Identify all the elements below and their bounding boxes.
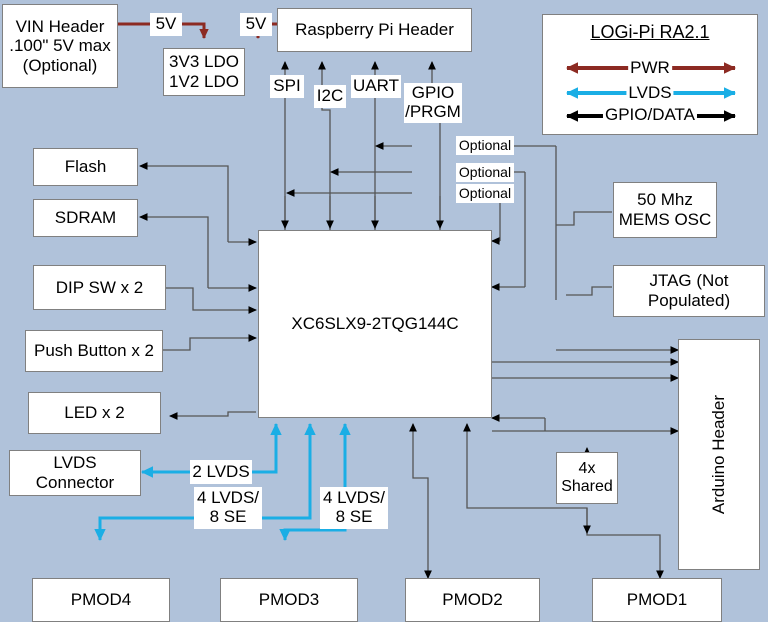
legend-box: LOGi-Pi RA2.1 PWR LVDS GPIO/DATA xyxy=(542,14,758,135)
legend-label-pwr: PWR xyxy=(628,58,672,78)
block-4x-shared[interactable]: 4x Shared xyxy=(556,452,618,504)
label-i2c: I2C xyxy=(314,85,346,108)
block-pmod4[interactable]: PMOD4 xyxy=(32,578,170,622)
label-5v-left: 5V xyxy=(150,13,182,36)
block-ldo[interactable]: 3V3 LDO 1V2 LDO xyxy=(163,48,245,96)
block-flash[interactable]: Flash xyxy=(33,148,138,186)
label-optional-3: Optional xyxy=(456,184,514,203)
label-gpio-prgm: GPIO /PRGM xyxy=(404,83,462,123)
block-raspberry-pi-header[interactable]: Raspberry Pi Header xyxy=(277,8,472,52)
label-4-lvds-8-se-right: 4 LVDS/ 8 SE xyxy=(320,487,388,529)
block-jtag[interactable]: JTAG (Not Populated) xyxy=(613,265,765,317)
legend-label-gpio-data: GPIO/DATA xyxy=(602,105,698,125)
block-vin-header[interactable]: VIN Header .100" 5V max (Optional) xyxy=(2,4,118,88)
block-pmod2[interactable]: PMOD2 xyxy=(405,578,540,622)
label-optional-1: Optional xyxy=(456,136,514,155)
block-fpga[interactable]: XC6SLX9-2TQG144C xyxy=(258,230,492,418)
block-lvds-connector[interactable]: LVDS Connector xyxy=(9,450,141,496)
block-sdram[interactable]: SDRAM xyxy=(33,199,138,237)
block-led[interactable]: LED x 2 xyxy=(28,392,161,434)
legend-label-lvds: LVDS xyxy=(626,83,674,103)
block-dip-switch[interactable]: DIP SW x 2 xyxy=(33,265,166,310)
block-pmod3[interactable]: PMOD3 xyxy=(220,578,358,622)
block-pmod1[interactable]: PMOD1 xyxy=(592,578,722,622)
block-arduino-header[interactable]: Arduino Header xyxy=(678,339,760,570)
block-mems-oscillator[interactable]: 50 Mhz MEMS OSC xyxy=(613,182,717,238)
label-2-lvds: 2 LVDS xyxy=(190,460,252,484)
arduino-header-label: Arduino Header xyxy=(709,394,729,515)
label-uart: UART xyxy=(351,75,401,98)
label-4-lvds-8-se-left: 4 LVDS/ 8 SE xyxy=(194,487,262,529)
block-push-button[interactable]: Push Button x 2 xyxy=(25,330,163,372)
label-5v-right: 5V xyxy=(240,13,272,36)
block-diagram-canvas: VIN Header .100" 5V max (Optional) 3V3 L… xyxy=(0,0,768,622)
label-spi: SPI xyxy=(270,75,304,98)
label-optional-2: Optional xyxy=(456,163,514,182)
